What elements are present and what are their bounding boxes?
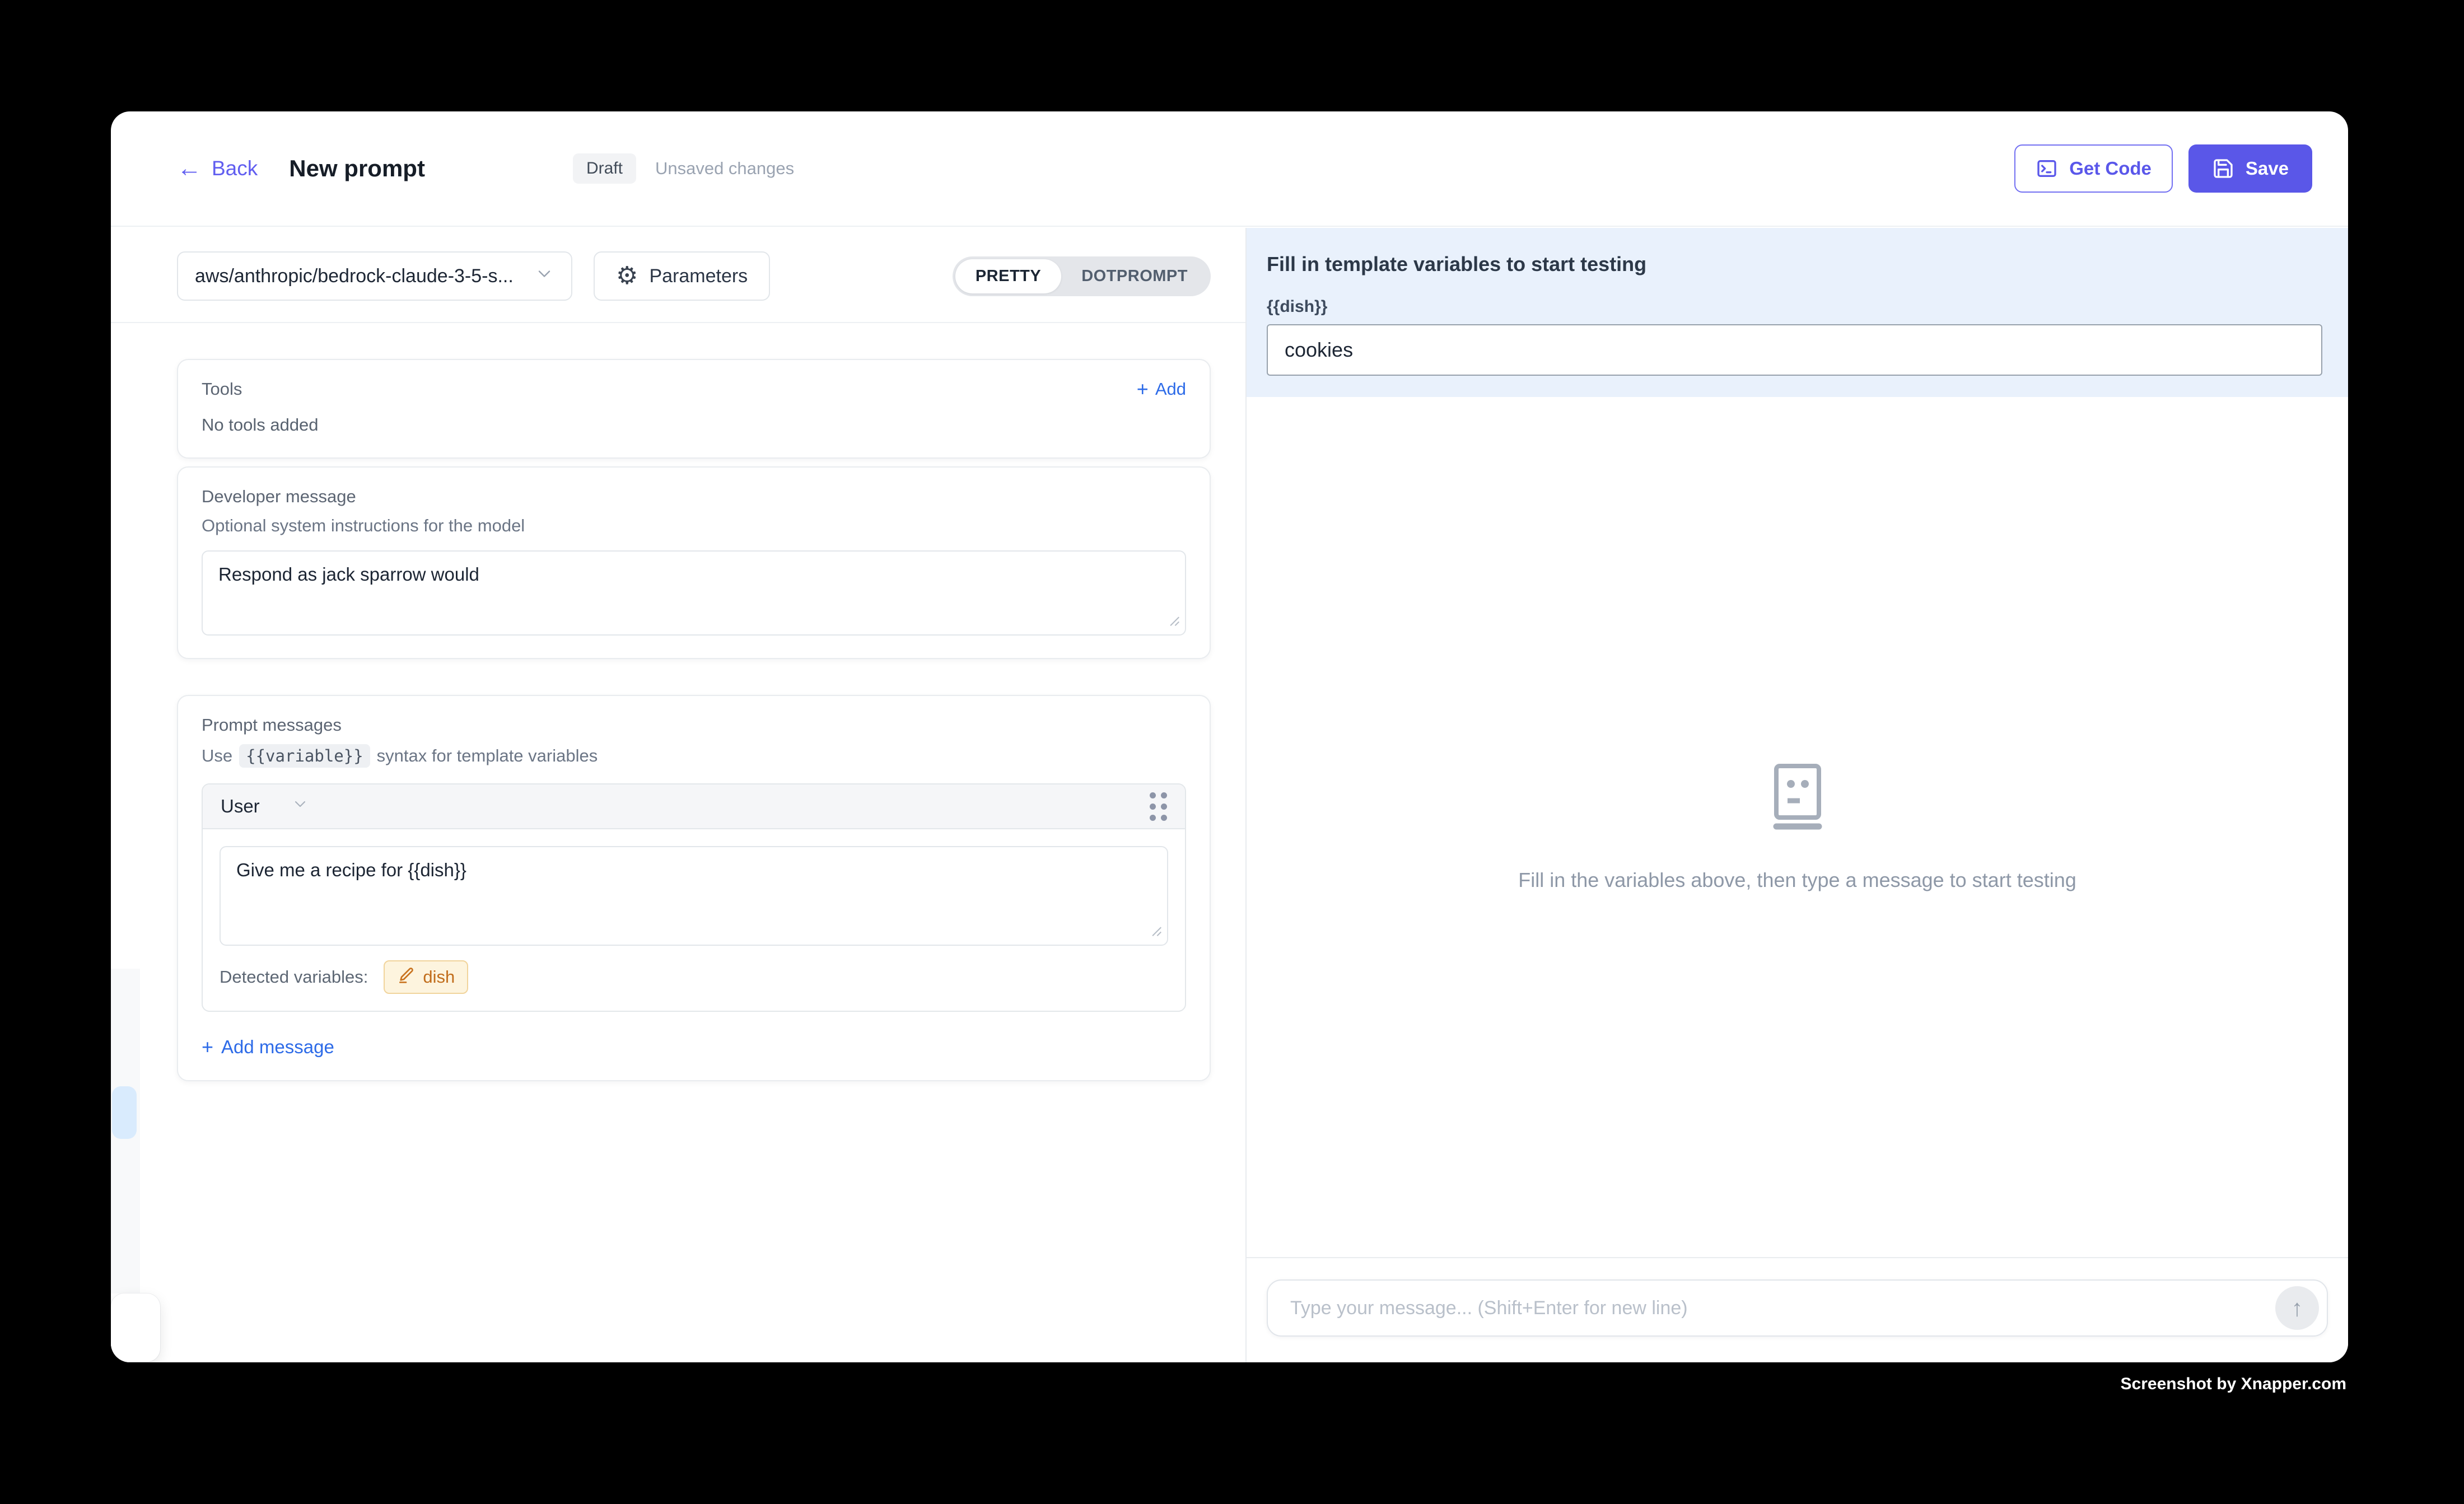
variable-value-input[interactable] (1267, 324, 2322, 376)
arrow-up-icon: ↑ (2292, 1295, 2303, 1321)
message-content-textarea[interactable]: Give me a recipe for {{dish}} (220, 846, 1168, 946)
edit-pencil-icon (397, 966, 415, 988)
back-label: Back (212, 157, 258, 180)
detected-variables-row: Detected variables: dish (203, 946, 1185, 1011)
variable-chip-dish[interactable]: dish (384, 960, 468, 994)
hint-suffix: syntax for template variables (377, 746, 598, 766)
back-button[interactable]: ← Back (177, 156, 258, 181)
developer-message-title: Developer message (202, 487, 1186, 507)
message-header: User (203, 784, 1185, 829)
message-role-value: User (221, 796, 260, 817)
left-edge-highlight (112, 1086, 137, 1139)
test-panel: Fill in template variables to start test… (1247, 228, 2348, 1362)
model-select[interactable]: aws/anthropic/bedrock-claude-3-5-s... (177, 251, 572, 301)
save-button[interactable]: Save (2188, 144, 2312, 193)
detected-variables-label: Detected variables: (220, 967, 368, 987)
save-label: Save (2246, 158, 2289, 179)
main-area: aws/anthropic/bedrock-claude-3-5-s... ⚙ … (111, 228, 2348, 1362)
parameters-button[interactable]: ⚙ Parameters (594, 251, 770, 301)
toggle-option-pretty[interactable]: PRETTY (955, 259, 1061, 293)
template-variable-hint: Use {{variable}} syntax for template var… (202, 744, 1186, 768)
add-tool-button[interactable]: + Add (1137, 379, 1186, 399)
prompt-messages-card: Prompt messages Use {{variable}} syntax … (177, 695, 1211, 1081)
send-button[interactable]: ↑ (2275, 1286, 2319, 1330)
prompt-editor-panel: aws/anthropic/bedrock-claude-3-5-s... ⚙ … (111, 228, 1247, 1362)
hint-prefix: Use (202, 746, 232, 766)
chat-footer: ↑ (1247, 1257, 2348, 1362)
page-title: New prompt (289, 155, 425, 182)
tools-card: Tools + Add No tools added (177, 359, 1211, 459)
parameters-label: Parameters (649, 265, 748, 287)
watermark-text: Screenshot by Xnapper.com (2121, 1375, 2346, 1394)
developer-message-subtitle: Optional system instructions for the mod… (202, 516, 1186, 536)
add-message-button[interactable]: + Add message (202, 1036, 1186, 1058)
resize-grip-icon[interactable] (1168, 615, 1180, 630)
empty-state-text: Fill in the variables above, then type a… (1518, 868, 2076, 892)
terminal-icon (2036, 157, 2058, 180)
editor-cards: Tools + Add No tools added Developer mes… (111, 323, 1245, 1362)
variable-syntax-chip: {{variable}} (239, 744, 370, 768)
unsaved-changes-text: Unsaved changes (655, 158, 794, 179)
add-tool-label: Add (1155, 379, 1186, 399)
tools-empty-text: No tools added (202, 415, 1186, 435)
model-select-value: aws/anthropic/bedrock-claude-3-5-s... (195, 265, 514, 287)
developer-message-textarea[interactable]: Respond as jack sparrow would (202, 550, 1186, 636)
message-block: User Give me (202, 783, 1186, 1012)
view-mode-toggle: PRETTY DOTPROMPT (953, 256, 1211, 296)
model-row: aws/anthropic/bedrock-claude-3-5-s... ⚙ … (177, 251, 1211, 301)
gear-icon: ⚙ (616, 264, 638, 288)
resize-grip-icon[interactable] (1150, 925, 1163, 940)
status-badge: Draft (573, 153, 636, 184)
plus-icon: + (1137, 379, 1149, 399)
tools-title: Tools (202, 379, 242, 399)
template-variables-panel: Fill in template variables to start test… (1247, 228, 2348, 397)
back-arrow-icon: ← (177, 156, 202, 181)
variable-name-label: {{dish}} (1267, 297, 2322, 316)
save-icon (2212, 157, 2234, 180)
developer-message-card: Developer message Optional system instru… (177, 466, 1211, 659)
variable-chip-label: dish (423, 967, 455, 987)
bot-face-icon (1770, 763, 1826, 834)
toggle-option-dotprompt[interactable]: DOTPROMPT (1061, 259, 1208, 293)
drag-handle-icon[interactable] (1150, 792, 1167, 821)
plus-icon: + (202, 1037, 213, 1057)
chevron-down-icon (291, 795, 309, 818)
add-message-label: Add message (221, 1036, 334, 1058)
test-panel-title: Fill in template variables to start test… (1267, 253, 2322, 276)
app-window: ← Back New prompt Draft Unsaved changes … (111, 111, 2348, 1362)
chevron-down-icon (534, 264, 554, 289)
chat-empty-state: Fill in the variables above, then type a… (1247, 397, 2348, 1257)
prompt-messages-title: Prompt messages (202, 715, 1186, 735)
left-edge-card (111, 1293, 160, 1362)
chat-input-container: ↑ (1267, 1279, 2328, 1337)
message-role-select[interactable]: User (221, 795, 309, 818)
top-bar: ← Back New prompt Draft Unsaved changes … (111, 111, 2348, 227)
screenshot-root: { "header": { "back": "Back", "title": "… (0, 0, 2464, 1504)
get-code-button[interactable]: Get Code (2014, 144, 2173, 193)
chat-message-input[interactable] (1290, 1297, 2260, 1319)
get-code-label: Get Code (2069, 158, 2152, 179)
